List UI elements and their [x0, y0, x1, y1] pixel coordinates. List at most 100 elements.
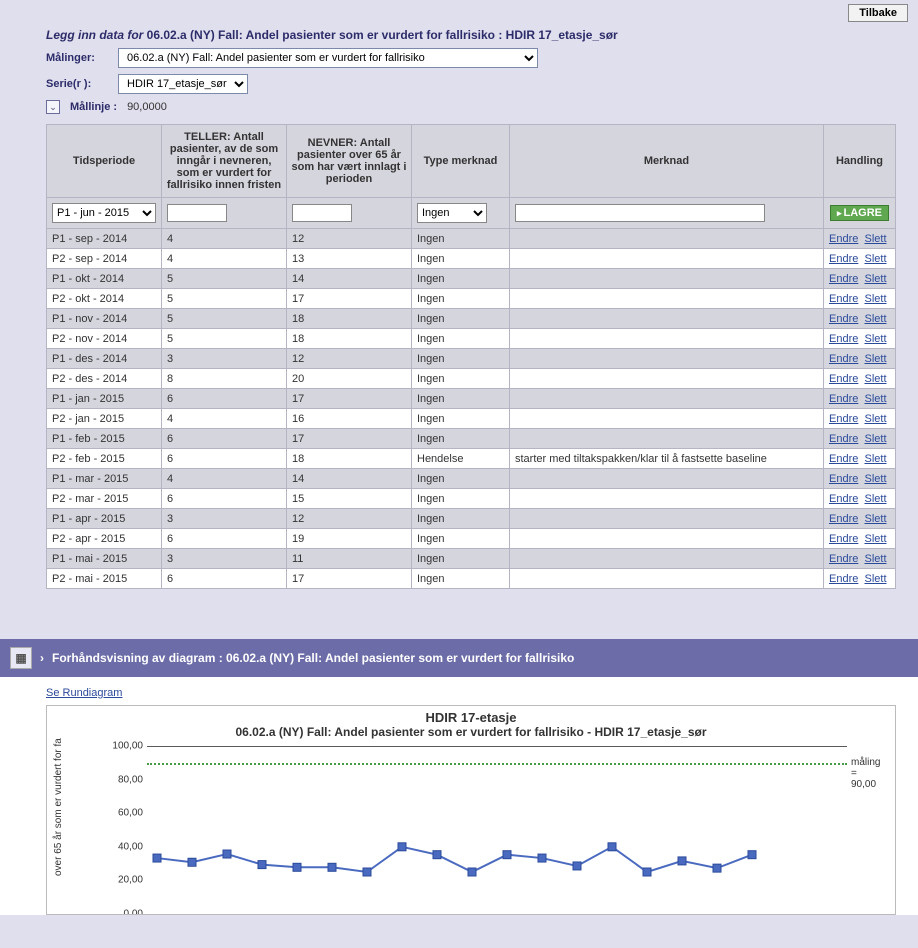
cell-handling: Endre Slett — [824, 529, 896, 549]
delete-link[interactable]: Slett — [864, 313, 886, 325]
serie-select[interactable]: HDIR 17_etasje_sør — [118, 74, 248, 94]
cell-handling: Endre Slett — [824, 429, 896, 449]
table-row: P2 - jan - 2015416IngenEndre Slett — [47, 409, 896, 429]
cell-merknad — [510, 309, 824, 329]
edit-link[interactable]: Endre — [829, 493, 858, 505]
cell-period: P1 - jan - 2015 — [47, 389, 162, 409]
chart-icon: ▦ — [10, 647, 32, 669]
edit-link[interactable]: Endre — [829, 573, 858, 585]
lagre-button[interactable]: LAGRE — [830, 205, 889, 221]
edit-link[interactable]: Endre — [829, 373, 858, 385]
cell-type: Ingen — [412, 249, 510, 269]
edit-link[interactable]: Endre — [829, 413, 858, 425]
cell-type: Ingen — [412, 369, 510, 389]
delete-link[interactable]: Slett — [864, 333, 886, 345]
edit-link[interactable]: Endre — [829, 273, 858, 285]
delete-link[interactable]: Slett — [864, 233, 886, 245]
delete-link[interactable]: Slett — [864, 253, 886, 265]
cell-merknad — [510, 549, 824, 569]
cell-teller: 4 — [162, 469, 287, 489]
preview-header: ▦ › Forhåndsvisning av diagram : 06.02.a… — [0, 639, 918, 677]
table-row: P2 - sep - 2014413IngenEndre Slett — [47, 249, 896, 269]
mallinje-label: Mållinje : — [70, 101, 117, 113]
delete-link[interactable]: Slett — [864, 353, 886, 365]
edit-link[interactable]: Endre — [829, 533, 858, 545]
cell-handling: Endre Slett — [824, 509, 896, 529]
edit-link[interactable]: Endre — [829, 353, 858, 365]
edit-link[interactable]: Endre — [829, 513, 858, 525]
delete-link[interactable]: Slett — [864, 533, 886, 545]
edit-link[interactable]: Endre — [829, 433, 858, 445]
merknad-input[interactable] — [515, 204, 765, 222]
cell-handling: Endre Slett — [824, 229, 896, 249]
cell-period: P1 - sep - 2014 — [47, 229, 162, 249]
cell-handling: Endre Slett — [824, 449, 896, 469]
cell-handling: Endre Slett — [824, 309, 896, 329]
y-tick: 0,00 — [124, 909, 143, 916]
delete-link[interactable]: Slett — [864, 513, 886, 525]
nevner-input[interactable] — [292, 204, 352, 222]
y-tick: 100,00 — [112, 741, 143, 752]
edit-link[interactable]: Endre — [829, 233, 858, 245]
edit-link[interactable]: Endre — [829, 553, 858, 565]
delete-link[interactable]: Slett — [864, 473, 886, 485]
cell-merknad — [510, 249, 824, 269]
cell-nevner: 18 — [287, 449, 412, 469]
cell-type: Ingen — [412, 509, 510, 529]
preview-title: Forhåndsvisning av diagram : 06.02.a (NY… — [52, 651, 574, 665]
delete-link[interactable]: Slett — [864, 293, 886, 305]
table-row: P1 - mar - 2015414IngenEndre Slett — [47, 469, 896, 489]
cell-type: Ingen — [412, 389, 510, 409]
cell-handling: Endre Slett — [824, 329, 896, 349]
th-type: Type merknad — [412, 125, 510, 198]
cell-nevner: 16 — [287, 409, 412, 429]
delete-link[interactable]: Slett — [864, 573, 886, 585]
cell-nevner: 17 — [287, 569, 412, 589]
delete-link[interactable]: Slett — [864, 553, 886, 565]
cell-handling: Endre Slett — [824, 349, 896, 369]
malinger-select[interactable]: 06.02.a (NY) Fall: Andel pasienter som e… — [118, 48, 538, 68]
y-tick: 80,00 — [118, 774, 143, 785]
delete-link[interactable]: Slett — [864, 493, 886, 505]
y-axis-label: over 65 år som er vurdert for fa — [53, 738, 64, 876]
cell-nevner: 12 — [287, 509, 412, 529]
cell-handling: Endre Slett — [824, 269, 896, 289]
cell-teller: 6 — [162, 489, 287, 509]
cell-period: P2 - mar - 2015 — [47, 489, 162, 509]
cell-merknad — [510, 409, 824, 429]
teller-input[interactable] — [167, 204, 227, 222]
cell-merknad — [510, 509, 824, 529]
cell-nevner: 14 — [287, 469, 412, 489]
cell-teller: 5 — [162, 329, 287, 349]
cell-type: Ingen — [412, 409, 510, 429]
edit-link[interactable]: Endre — [829, 313, 858, 325]
edit-link[interactable]: Endre — [829, 473, 858, 485]
delete-link[interactable]: Slett — [864, 393, 886, 405]
cell-nevner: 17 — [287, 429, 412, 449]
cell-merknad — [510, 569, 824, 589]
period-select[interactable]: P1 - jun - 2015 — [52, 203, 156, 223]
cell-merknad — [510, 369, 824, 389]
edit-link[interactable]: Endre — [829, 453, 858, 465]
cell-period: P2 - nov - 2014 — [47, 329, 162, 349]
se-rundiagram-link[interactable]: Se Rundiagram — [46, 687, 122, 699]
delete-link[interactable]: Slett — [864, 413, 886, 425]
edit-link[interactable]: Endre — [829, 293, 858, 305]
cell-teller: 3 — [162, 349, 287, 369]
cell-period: P1 - okt - 2014 — [47, 269, 162, 289]
delete-link[interactable]: Slett — [864, 373, 886, 385]
edit-link[interactable]: Endre — [829, 333, 858, 345]
collapse-icon[interactable]: ⌄ — [46, 100, 60, 114]
edit-link[interactable]: Endre — [829, 393, 858, 405]
delete-link[interactable]: Slett — [864, 433, 886, 445]
cell-type: Ingen — [412, 569, 510, 589]
type-select[interactable]: Ingen — [417, 203, 487, 223]
back-button[interactable]: Tilbake — [848, 4, 908, 22]
cell-period: P2 - des - 2014 — [47, 369, 162, 389]
cell-period: P1 - mar - 2015 — [47, 469, 162, 489]
edit-link[interactable]: Endre — [829, 253, 858, 265]
delete-link[interactable]: Slett — [864, 453, 886, 465]
table-row: P1 - okt - 2014514IngenEndre Slett — [47, 269, 896, 289]
table-row: P2 - mai - 2015617IngenEndre Slett — [47, 569, 896, 589]
delete-link[interactable]: Slett — [864, 273, 886, 285]
